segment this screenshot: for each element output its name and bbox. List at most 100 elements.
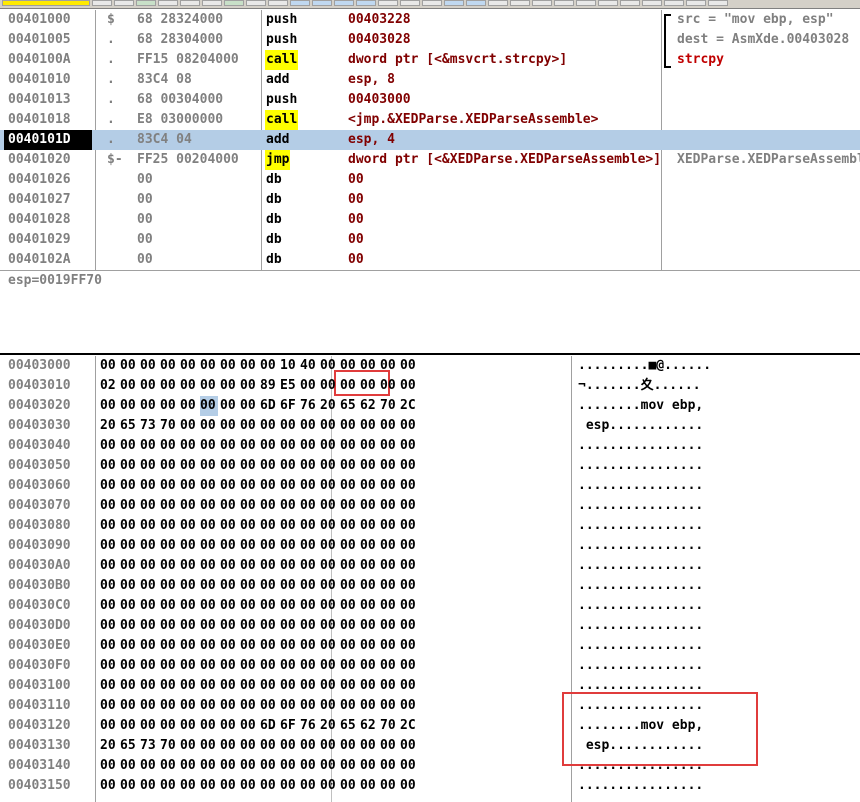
dump-byte[interactable]: 00: [180, 636, 198, 656]
dump-byte[interactable]: 00: [320, 476, 338, 496]
dump-byte[interactable]: 00: [340, 376, 358, 396]
dump-byte[interactable]: 00: [340, 496, 358, 516]
dump-byte[interactable]: 00: [220, 436, 238, 456]
dump-byte[interactable]: 00: [180, 376, 198, 396]
dump-byte[interactable]: 00: [320, 436, 338, 456]
disasm-row[interactable]: 00401005. 68 28304000 push 00403028 dest = A…: [0, 30, 860, 50]
dump-byte[interactable]: 00: [260, 776, 278, 796]
dump-byte[interactable]: 00: [340, 476, 358, 496]
dump-byte[interactable]: 00: [220, 536, 238, 556]
dump-byte[interactable]: 00: [280, 456, 298, 476]
dump-byte[interactable]: 00: [300, 756, 318, 776]
dump-byte[interactable]: 6F: [280, 396, 298, 416]
dump-byte[interactable]: 00: [160, 476, 178, 496]
dump-byte[interactable]: 20: [100, 736, 118, 756]
dump-byte[interactable]: 00: [360, 456, 378, 476]
toolbar-button[interactable]: [356, 0, 376, 6]
dump-row[interactable]: 00403060 00 00 00 00 00 00 00 00 00 00 00 00 00 00 00 00…: [0, 476, 860, 496]
dump-byte[interactable]: 00: [300, 556, 318, 576]
dump-byte[interactable]: 00: [380, 456, 398, 476]
dump-byte[interactable]: 65: [340, 716, 358, 736]
dump-byte[interactable]: 00: [220, 596, 238, 616]
dump-byte[interactable]: 00: [240, 756, 258, 776]
dump-byte[interactable]: 00: [220, 356, 238, 376]
dump-byte[interactable]: 00: [200, 776, 218, 796]
dump-byte[interactable]: 70: [160, 416, 178, 436]
dump-byte[interactable]: 00: [100, 476, 118, 496]
dump-byte[interactable]: 00: [380, 676, 398, 696]
dump-byte[interactable]: 00: [180, 776, 198, 796]
dump-byte[interactable]: 00: [280, 736, 298, 756]
toolbar-button[interactable]: [554, 0, 574, 6]
dump-row[interactable]: 00403140 00 00 00 00 00 00 00 00 00 00 00 00 00 00 00 00…: [0, 756, 860, 776]
dump-byte[interactable]: 00: [380, 696, 398, 716]
toolbar-button[interactable]: [334, 0, 354, 6]
toolbar-button[interactable]: [114, 0, 134, 6]
dump-byte[interactable]: 00: [140, 516, 158, 536]
dump-byte[interactable]: 00: [180, 656, 198, 676]
dump-byte[interactable]: 00: [400, 676, 418, 696]
dump-byte[interactable]: 00: [140, 396, 158, 416]
dump-row[interactable]: 00403020 00 00 00 00 00 00 00 00 6D 6F 76 20 65 62 70 2C…: [0, 396, 860, 416]
dump-byte[interactable]: 00: [340, 696, 358, 716]
dump-byte[interactable]: 00: [220, 556, 238, 576]
dump-byte[interactable]: 00: [200, 476, 218, 496]
dump-byte[interactable]: 00: [360, 436, 378, 456]
dump-byte[interactable]: 00: [200, 636, 218, 656]
dump-byte[interactable]: 00: [140, 356, 158, 376]
dump-byte[interactable]: 00: [340, 636, 358, 656]
dump-byte[interactable]: 00: [260, 756, 278, 776]
dump-byte[interactable]: 00: [300, 496, 318, 516]
dump-byte[interactable]: 00: [380, 776, 398, 796]
dump-byte[interactable]: 00: [180, 556, 198, 576]
dump-byte[interactable]: 00: [140, 676, 158, 696]
dump-byte[interactable]: 00: [100, 576, 118, 596]
dump-byte[interactable]: 00: [300, 416, 318, 436]
dump-byte[interactable]: 00: [160, 656, 178, 676]
dump-byte[interactable]: 10: [280, 356, 298, 376]
dump-byte[interactable]: 00: [400, 596, 418, 616]
dump-byte[interactable]: 73: [140, 736, 158, 756]
dump-byte[interactable]: 76: [300, 396, 318, 416]
dump-byte[interactable]: 00: [140, 536, 158, 556]
dump-byte[interactable]: 00: [240, 596, 258, 616]
dump-byte[interactable]: 00: [220, 456, 238, 476]
toolbar-button[interactable]: [620, 0, 640, 6]
dump-byte[interactable]: 00: [340, 676, 358, 696]
dump-byte[interactable]: 00: [140, 556, 158, 576]
dump-byte[interactable]: 00: [340, 456, 358, 476]
dump-byte[interactable]: 00: [380, 376, 398, 396]
dump-byte[interactable]: 00: [220, 776, 238, 796]
dump-byte[interactable]: 00: [380, 656, 398, 676]
dump-byte[interactable]: 00: [220, 736, 238, 756]
dump-byte[interactable]: 65: [340, 396, 358, 416]
dump-byte[interactable]: 00: [140, 436, 158, 456]
dump-byte[interactable]: 00: [320, 596, 338, 616]
dump-byte[interactable]: 00: [360, 756, 378, 776]
dump-byte[interactable]: 00: [200, 756, 218, 776]
dump-byte[interactable]: 00: [160, 456, 178, 476]
dump-byte[interactable]: 00: [100, 716, 118, 736]
dump-byte[interactable]: 00: [320, 736, 338, 756]
dump-byte[interactable]: 00: [200, 576, 218, 596]
disasm-row[interactable]: 00401013. 68 00304000 push 00403000: [0, 90, 860, 110]
dump-byte[interactable]: 00: [180, 436, 198, 456]
dump-byte[interactable]: 76: [300, 716, 318, 736]
dump-byte[interactable]: 00: [240, 476, 258, 496]
dump-byte[interactable]: 00: [300, 376, 318, 396]
toolbar-button[interactable]: [466, 0, 486, 6]
dump-byte[interactable]: 00: [180, 736, 198, 756]
dump-byte[interactable]: 00: [400, 496, 418, 516]
dump-byte[interactable]: 00: [260, 356, 278, 376]
dump-byte[interactable]: 00: [400, 436, 418, 456]
dump-byte[interactable]: 00: [200, 396, 218, 416]
disasm-row[interactable]: 00401010. 83C4 08 add esp, 8: [0, 70, 860, 90]
dump-byte[interactable]: 00: [260, 656, 278, 676]
toolbar-button[interactable]: [708, 0, 728, 6]
dump-byte[interactable]: 20: [100, 416, 118, 436]
dump-byte[interactable]: 00: [260, 676, 278, 696]
toolbar-button[interactable]: [378, 0, 398, 6]
dump-byte[interactable]: 00: [120, 656, 138, 676]
dump-byte[interactable]: 00: [120, 496, 138, 516]
dump-byte[interactable]: 00: [300, 536, 318, 556]
